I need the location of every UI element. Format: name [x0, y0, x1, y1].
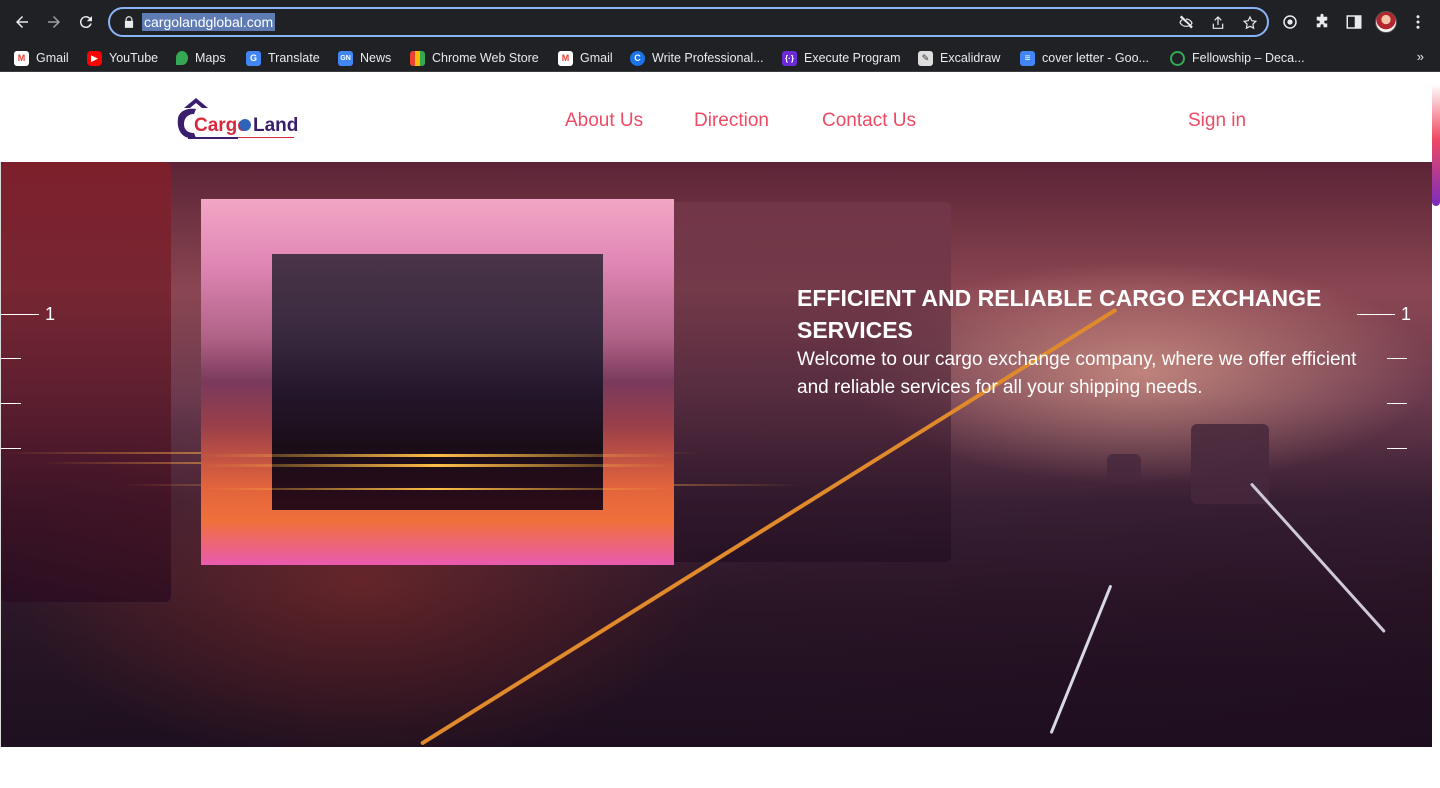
- slide-indicator[interactable]: [1, 403, 21, 404]
- bookmark-excalidraw[interactable]: ✎ Excalidraw: [918, 49, 1000, 67]
- forward-arrow-icon: [48, 16, 60, 28]
- svg-text:Land: Land: [253, 115, 298, 136]
- bookmark-label: News: [360, 51, 392, 65]
- news-icon: GN: [338, 50, 353, 66]
- gmail-icon: M: [14, 50, 29, 66]
- slide-indicator-active[interactable]: [1357, 314, 1395, 315]
- bookmark-execute-program[interactable]: {·} Execute Program: [782, 49, 901, 67]
- bookmark-gmail-2[interactable]: M Gmail: [558, 49, 613, 67]
- bookmark-star-icon[interactable]: [1242, 15, 1258, 31]
- address-bar[interactable]: cargolandglobal.com: [108, 7, 1269, 37]
- url-text[interactable]: cargolandglobal.com: [142, 13, 276, 31]
- back-arrow-icon: [16, 16, 28, 28]
- bookmark-cover-letter[interactable]: ≡ cover letter - Goo...: [1020, 49, 1149, 67]
- google-docs-icon: ≡: [1020, 50, 1035, 66]
- slide-indicator[interactable]: [1387, 358, 1407, 359]
- eye-off-icon[interactable]: [1178, 15, 1194, 31]
- bookmark-write-professional[interactable]: C Write Professional...: [630, 49, 764, 67]
- light-streak: [201, 454, 674, 457]
- gmail-icon: M: [558, 50, 573, 66]
- bookmark-label: Execute Program: [804, 51, 901, 65]
- slide-indicator[interactable]: [1, 358, 21, 359]
- webstore-icon: [410, 50, 425, 66]
- road-line: [1049, 584, 1113, 735]
- bookmark-label: Gmail: [36, 51, 69, 65]
- bookmarks-overflow-button[interactable]: »: [1417, 49, 1424, 64]
- bookmark-label: cover letter - Goo...: [1042, 51, 1149, 65]
- road-line: [1249, 482, 1386, 634]
- slide-indicator[interactable]: [1, 448, 21, 449]
- bookmark-label: Chrome Web Store: [432, 51, 539, 65]
- page-scrollbar-thumb[interactable]: [1432, 84, 1440, 206]
- hero-title: EFFICIENT AND RELIABLE CARGO EXCHANGE SE…: [797, 285, 1322, 343]
- bookmark-chrome-web-store[interactable]: Chrome Web Store: [410, 49, 539, 67]
- reload-icon: [79, 16, 92, 29]
- bookmark-label: Fellowship – Deca...: [1192, 51, 1305, 65]
- van-silhouette: [1107, 454, 1141, 484]
- extension-record-icon[interactable]: [1280, 12, 1300, 32]
- bookmark-label: YouTube: [109, 51, 159, 65]
- bookmark-label: Translate: [268, 51, 320, 65]
- bookmark-gmail[interactable]: M Gmail: [14, 49, 69, 67]
- profile-avatar[interactable]: [1375, 11, 1397, 33]
- bookmark-news[interactable]: GN News: [338, 49, 391, 67]
- share-icon[interactable]: [1210, 15, 1226, 31]
- bookmark-maps[interactable]: Maps: [176, 49, 226, 67]
- maps-icon: [176, 51, 188, 65]
- nav-direction[interactable]: Direction: [694, 110, 769, 132]
- reload-button[interactable]: [74, 10, 98, 34]
- bookmark-youtube[interactable]: ▶ YouTube: [87, 49, 158, 67]
- slide-indicator-active[interactable]: [1, 314, 39, 315]
- translate-icon: G: [246, 50, 261, 66]
- sign-in-link[interactable]: Sign in: [1188, 110, 1246, 132]
- back-button[interactable]: [10, 10, 34, 34]
- browser-toolbar: cargolandglobal.com: [0, 0, 1440, 44]
- slide-number-right: 1: [1401, 304, 1412, 324]
- excalidraw-icon: ✎: [918, 50, 933, 66]
- nav-contact-us[interactable]: Contact Us: [822, 110, 916, 132]
- slide-indicator[interactable]: [1387, 448, 1407, 449]
- execute-program-icon: {·}: [782, 50, 797, 66]
- truck-silhouette: [1, 162, 171, 602]
- light-streak: [201, 488, 674, 490]
- bookmark-fellowship[interactable]: Fellowship – Deca...: [1170, 49, 1305, 67]
- slide-number-left: 1: [45, 304, 56, 324]
- hero-subtitle: Welcome to our cargo exchange company, w…: [797, 349, 1357, 398]
- youtube-icon: ▶: [87, 50, 102, 66]
- hero-banner: EFFICIENT AND RELIABLE CARGO EXCHANGE SE…: [0, 162, 1432, 747]
- lock-icon: [124, 16, 134, 28]
- site-header: Cargo Land About Us Direction Contact Us…: [0, 72, 1432, 162]
- side-panel-icon[interactable]: [1344, 12, 1364, 32]
- extensions-puzzle-icon[interactable]: [1312, 12, 1332, 32]
- bookmark-translate[interactable]: G Translate: [246, 49, 320, 67]
- write-icon: C: [630, 50, 645, 66]
- bookmark-label: Maps: [195, 51, 226, 65]
- light-streak: [201, 464, 674, 467]
- chrome-menu-icon[interactable]: [1408, 12, 1428, 32]
- bookmarks-bar: M Gmail ▶ YouTube Maps G Translate GN Ne…: [0, 44, 1440, 72]
- nav-about-us[interactable]: About Us: [565, 110, 643, 132]
- bookmark-label: Write Professional...: [652, 51, 764, 65]
- slide-indicator[interactable]: [1387, 403, 1407, 404]
- bookmark-label: Gmail: [580, 51, 613, 65]
- bookmark-label: Excalidraw: [940, 51, 1001, 65]
- cargoland-logo[interactable]: Cargo Land: [174, 96, 304, 146]
- fellowship-icon: [1170, 50, 1185, 66]
- forward-button[interactable]: [42, 10, 66, 34]
- hero-image-inner: [272, 254, 603, 510]
